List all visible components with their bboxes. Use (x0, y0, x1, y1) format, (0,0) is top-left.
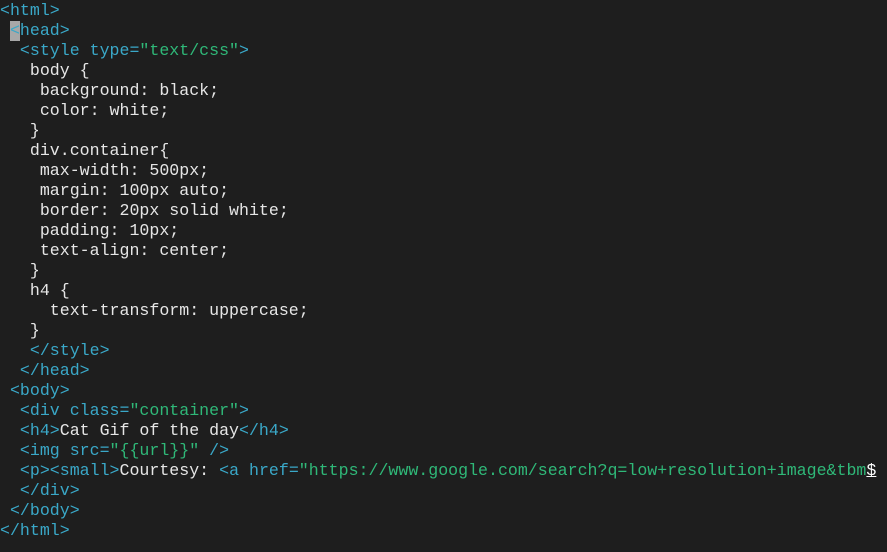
code-line[interactable]: background: black; (0, 81, 887, 101)
syntax-tag: <head> (9, 21, 70, 41)
code-line[interactable]: </head> (0, 361, 887, 381)
syntax-tag: > (239, 401, 249, 420)
code-text: body { (29, 61, 90, 80)
syntax-tag: <html> (0, 1, 60, 20)
code-line[interactable]: } (0, 321, 887, 341)
syntax-tag: <div class= (19, 401, 130, 420)
syntax-tag: </h4> (239, 421, 289, 440)
code-line[interactable]: <p><small>Courtesy: <a href="https://www… (0, 461, 887, 481)
code-text: } (29, 121, 40, 140)
code-line[interactable]: <body> (0, 381, 887, 401)
code-text: margin: 100px auto; (39, 181, 230, 200)
code-line[interactable]: </html> (0, 521, 887, 541)
code-text: text-align: center; (39, 241, 230, 260)
code-text: h4 { (29, 281, 70, 300)
code-line[interactable]: h4 { (0, 281, 887, 301)
code-line[interactable]: <div class="container"> (0, 401, 887, 421)
code-line[interactable]: margin: 100px auto; (0, 181, 887, 201)
syntax-tag: </body> (9, 501, 80, 520)
code-editor[interactable]: <html> <head> <style type="text/css"> bo… (0, 0, 887, 541)
code-line[interactable]: body { (0, 61, 887, 81)
syntax-tag: /> (199, 441, 230, 460)
code-line[interactable]: text-transform: uppercase; (0, 301, 887, 321)
syntax-tag: </style> (29, 341, 110, 360)
line-truncated-marker: $ (866, 461, 877, 480)
code-text: Courtesy: (119, 461, 220, 480)
code-line[interactable]: text-align: center; (0, 241, 887, 261)
syntax-tag: <style type= (19, 41, 140, 60)
code-text: max-width: 500px; (39, 161, 210, 180)
code-text: Cat Gif of the day (59, 421, 240, 440)
code-line[interactable]: <img src="{{url}}" /> (0, 441, 887, 461)
code-text: } (29, 261, 40, 280)
syntax-tag: <a href= (219, 461, 299, 480)
code-line[interactable]: } (0, 121, 887, 141)
syntax-tag: </head> (19, 361, 90, 380)
code-text: background: black; (39, 81, 220, 100)
code-line[interactable]: <h4>Cat Gif of the day</h4> (0, 421, 887, 441)
syntax-tag: <img src= (19, 441, 110, 460)
code-text: div.container{ (29, 141, 170, 160)
code-text: padding: 10px; (39, 221, 180, 240)
syntax-tag: </div> (19, 481, 80, 500)
code-line[interactable]: <head> (0, 21, 887, 41)
syntax-tag: <h4> (19, 421, 60, 440)
syntax-tag: <p><small> (19, 461, 120, 480)
code-line[interactable]: <style type="text/css"> (0, 41, 887, 61)
code-line[interactable]: padding: 10px; (0, 221, 887, 241)
code-line[interactable]: max-width: 500px; (0, 161, 887, 181)
syntax-string: "text/css" (139, 41, 240, 60)
code-line[interactable]: border: 20px solid white; (0, 201, 887, 221)
syntax-tag: <body> (9, 381, 70, 400)
code-line[interactable]: </div> (0, 481, 887, 501)
syntax-tag: > (239, 41, 249, 60)
code-line[interactable]: div.container{ (0, 141, 887, 161)
code-line[interactable]: } (0, 261, 887, 281)
syntax-string: "{{url}}" (109, 441, 200, 460)
code-text: text-transform: uppercase; (49, 301, 309, 320)
syntax-tag: </html> (0, 521, 70, 540)
syntax-string: "https://www.google.com/search?q=low+res… (298, 461, 867, 480)
syntax-string: "container" (129, 401, 240, 420)
code-text: border: 20px solid white; (39, 201, 289, 220)
code-line[interactable]: color: white; (0, 101, 887, 121)
code-line[interactable]: <html> (0, 1, 887, 21)
code-text: color: white; (39, 101, 170, 120)
code-text: } (29, 321, 40, 340)
code-line[interactable]: </style> (0, 341, 887, 361)
code-line[interactable]: </body> (0, 501, 887, 521)
